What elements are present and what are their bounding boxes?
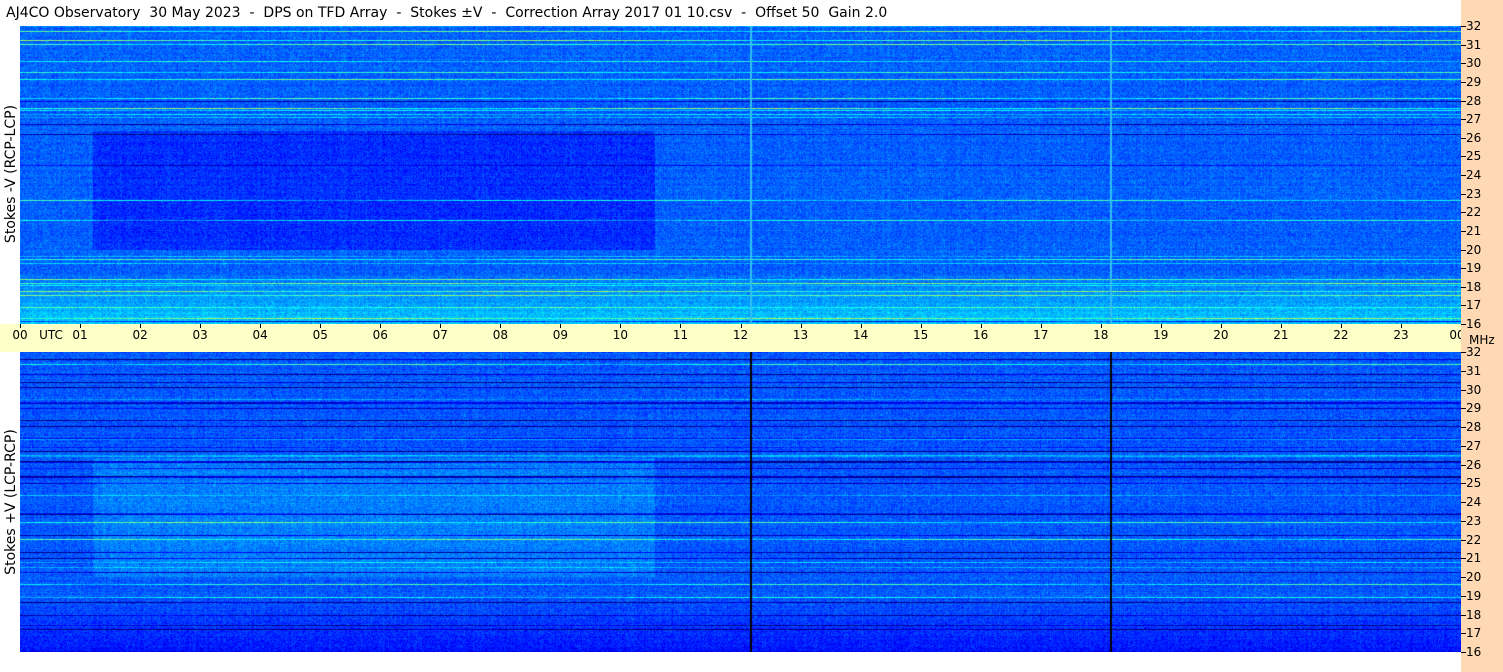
freq-tick-label: 27 [1466, 438, 1482, 453]
freq-tick-label: 23 [1466, 513, 1482, 528]
freq-tick-label: 25 [1466, 149, 1482, 164]
freq-tick-label: 23 [1466, 186, 1482, 201]
time-tick-label: 05 [312, 328, 328, 342]
time-tick-label: 01 [72, 328, 88, 342]
freq-tick-label: 28 [1466, 420, 1482, 434]
freq-tick-label: 30 [1466, 382, 1482, 397]
time-tick-label: 02 [132, 328, 148, 342]
freq-tick-label: 21 [1466, 223, 1482, 238]
time-tick-label: 07 [432, 328, 448, 342]
time-tick-label: 08 [492, 328, 508, 342]
freq-tick-label: 27 [1466, 112, 1482, 127]
time-unit-label: UTC [39, 328, 63, 342]
time-tick-label: 20 [1213, 328, 1229, 342]
spectrogram-bottom [20, 352, 1461, 652]
freq-tick-label: 29 [1466, 401, 1482, 416]
time-tick-label: 14 [852, 328, 869, 342]
freq-tick-label: 32 [1466, 345, 1482, 359]
freq-tick-label: 26 [1466, 130, 1482, 145]
freq-tick-label: 17 [1466, 626, 1482, 641]
freq-tick-label: 17 [1466, 298, 1482, 313]
time-tick-label: 16 [973, 328, 989, 342]
freq-tick-label: 19 [1466, 261, 1482, 276]
freq-tick-label: 31 [1466, 363, 1482, 378]
freq-tick-label: 25 [1466, 476, 1482, 491]
freq-tick-label: 22 [1466, 205, 1482, 220]
time-tick-label: 04 [252, 328, 268, 342]
time-tick-label: 03 [192, 328, 208, 342]
time-tick-label: 15 [912, 328, 929, 342]
freq-tick-label: 21 [1466, 551, 1482, 566]
time-tick-label: 10 [612, 328, 629, 342]
spectrogram-bottom-canvas [20, 352, 1461, 652]
time-tick-label: 00 [12, 328, 28, 342]
ylabel-top: Stokes -V (RCP-LCP) [3, 104, 19, 244]
ylabel-bottom: Stokes +V (LCP-RCP) [3, 429, 19, 575]
freq-tick-label: 16 [1466, 317, 1482, 331]
freq-tick-label: 26 [1466, 457, 1482, 472]
spectrogram-top [20, 26, 1461, 324]
freq-tick-label: 24 [1466, 168, 1482, 182]
freq-tick-label: 24 [1466, 495, 1482, 509]
time-axis: 00 UTC 01 02 03 04 05 06 07 08 09 10 11 12 13 14 15 16 17 1… [0, 324, 1503, 352]
time-tick-label: 19 [1153, 328, 1169, 342]
freq-tick-label: 30 [1466, 56, 1482, 71]
freq-tick-label: 28 [1466, 93, 1482, 108]
freq-tick-label: 22 [1466, 532, 1482, 547]
time-tick-label: 13 [792, 328, 809, 342]
time-tick-label: 09 [552, 328, 569, 342]
freq-tick-label: 29 [1466, 74, 1482, 89]
freq-tick-label: 20 [1466, 570, 1482, 584]
time-tick-label: 18 [1093, 328, 1109, 342]
time-tick-label: 17 [1033, 328, 1049, 342]
chart-title: AJ4CO Observatory 30 May 2023 - DPS on T… [6, 5, 888, 21]
time-tick-label: 12 [732, 328, 749, 342]
time-tick-label: 23 [1393, 328, 1409, 342]
freq-tick-label: 32 [1466, 19, 1482, 33]
freq-tick-label: 18 [1466, 607, 1482, 622]
freq-tick-label: 16 [1466, 645, 1482, 659]
time-tick-label: 06 [372, 328, 388, 342]
freq-tick-label: 19 [1466, 588, 1482, 603]
freq-tick-label: 31 [1466, 37, 1482, 52]
spectrogram-top-canvas [20, 26, 1461, 324]
time-tick-label: 21 [1273, 328, 1289, 342]
time-tick-label: 22 [1333, 328, 1349, 342]
freq-tick-label: 20 [1466, 242, 1482, 257]
freq-tick-label: 18 [1466, 279, 1482, 294]
time-tick-label: 11 [672, 328, 689, 342]
